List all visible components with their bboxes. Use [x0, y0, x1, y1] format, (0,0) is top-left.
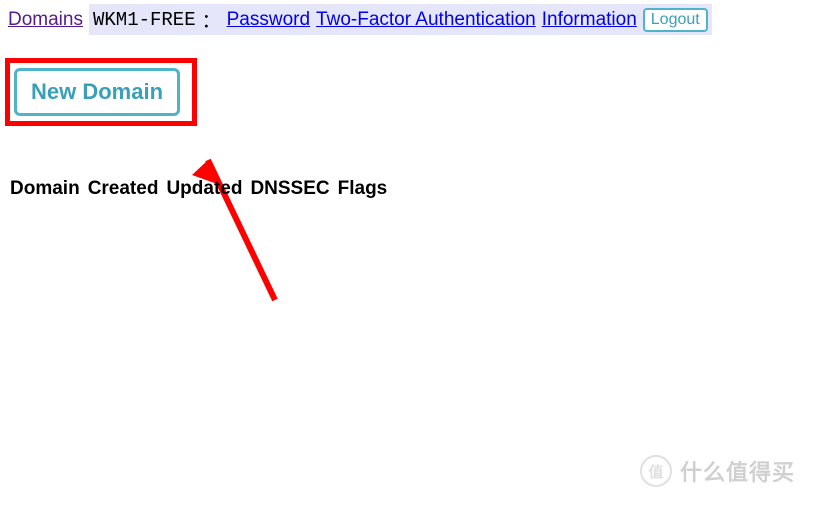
- two-factor-link[interactable]: Two-Factor Authentication: [316, 9, 536, 31]
- col-created: Created: [88, 178, 159, 200]
- col-flags: Flags: [338, 178, 388, 200]
- domains-link[interactable]: Domains: [8, 9, 83, 31]
- col-domain: Domain: [10, 178, 80, 200]
- user-bar: WKM1-FREE ： Password Two-Factor Authenti…: [89, 4, 712, 35]
- col-dnssec: DNSSEC: [250, 178, 329, 200]
- col-updated: Updated: [166, 178, 242, 200]
- logout-button[interactable]: Logout: [643, 8, 708, 32]
- top-nav: Domains WKM1-FREE ： Password Two-Factor …: [0, 0, 817, 39]
- watermark-badge-icon: 值: [640, 455, 672, 487]
- information-link[interactable]: Information: [542, 9, 637, 31]
- password-link[interactable]: Password: [227, 9, 310, 31]
- colon-separator: ：: [202, 6, 221, 33]
- watermark: 值 什么值得买: [640, 455, 795, 487]
- username-label: WKM1-FREE: [93, 9, 196, 31]
- annotation-arrow-icon: [180, 140, 310, 310]
- domain-table-header: Domain Created Updated DNSSEC Flags: [10, 178, 387, 200]
- new-domain-button[interactable]: New Domain: [14, 68, 180, 116]
- watermark-text: 什么值得买: [680, 455, 795, 487]
